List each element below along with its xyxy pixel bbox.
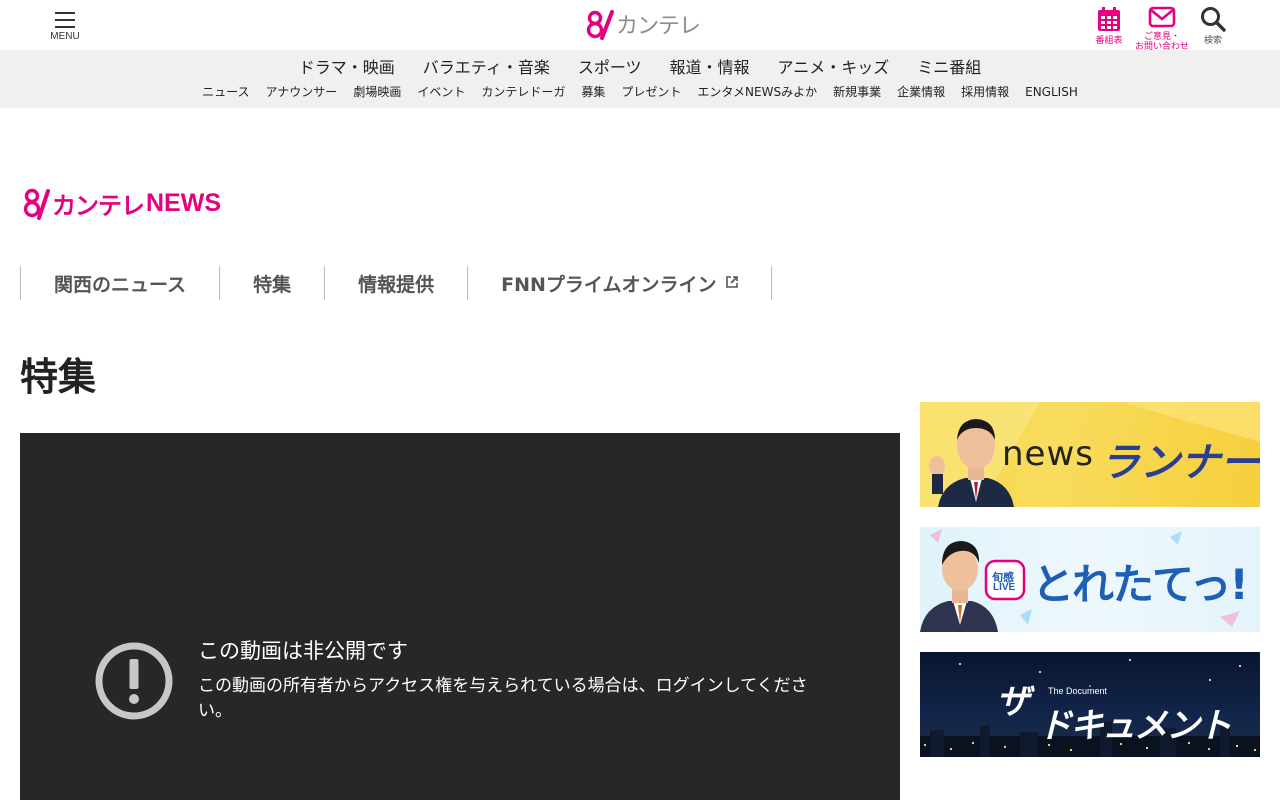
calendar-icon bbox=[1098, 7, 1120, 31]
page-title: 特集 bbox=[20, 355, 97, 399]
top-bar: MENU カンテレ 番組表 ご意見・ お問い合わせ 検索 bbox=[0, 0, 1280, 52]
search-label: 検索 bbox=[1203, 36, 1222, 46]
menu-label: MENU bbox=[50, 31, 80, 42]
subnav-company[interactable]: 企業情報 bbox=[897, 84, 945, 100]
nav-mini[interactable]: ミニ番組 bbox=[917, 58, 981, 78]
banner-toretate[interactable]: 旬感 LIVE とれたてっ! bbox=[920, 527, 1260, 632]
nav-news-info[interactable]: 報道・情報 bbox=[670, 58, 750, 78]
mail-icon bbox=[1148, 6, 1176, 28]
nav-anime[interactable]: アニメ・キッズ bbox=[778, 58, 890, 78]
banner-the-document[interactable]: The Document ザ ドキュメント bbox=[920, 652, 1260, 757]
kantele-logo[interactable]: カンテレ bbox=[586, 8, 701, 40]
alert-icon bbox=[95, 642, 173, 720]
global-nav: ドラマ・映画 バラエティ・音楽 スポーツ 報道・情報 アニメ・キッズ ミニ番組 … bbox=[0, 50, 1280, 108]
subnav-recruit[interactable]: 募集 bbox=[581, 84, 605, 100]
document-title-2: ドキュメント bbox=[1038, 706, 1232, 746]
document-title-1: ザ bbox=[996, 682, 1030, 722]
tab-info-submit[interactable]: 情報提供 bbox=[324, 266, 467, 300]
contact-label-1: ご意見・ bbox=[1143, 32, 1180, 42]
tab-kansai-news[interactable]: 関西のニュース bbox=[20, 266, 219, 300]
eight-logo-icon bbox=[24, 188, 50, 220]
schedule-label: 番組表 bbox=[1095, 36, 1123, 46]
tab-label: 情報提供 bbox=[358, 273, 435, 296]
news-runner-title: ランナー bbox=[1100, 440, 1260, 486]
subnav-careers[interactable]: 採用情報 bbox=[961, 84, 1009, 100]
external-link-icon bbox=[725, 272, 739, 294]
news-logo-news: NEWS bbox=[146, 188, 221, 217]
hamburger-icon bbox=[48, 12, 82, 28]
subnav-event[interactable]: イベント bbox=[417, 84, 465, 100]
video-error-title: この動画は非公開です bbox=[198, 639, 408, 663]
contact-button[interactable]: ご意見・ お問い合わせ bbox=[1134, 6, 1190, 52]
tab-label: FNNプライムオンライン bbox=[501, 273, 717, 296]
tab-label: 関西のニュース bbox=[54, 273, 187, 296]
subnav-new-business[interactable]: 新規事業 bbox=[833, 84, 881, 100]
banner-news-runner[interactable]: news ランナー bbox=[920, 402, 1260, 507]
news-logo-kantele: カンテレ bbox=[52, 191, 145, 220]
document-subtitle: The Document bbox=[1048, 686, 1108, 696]
search-button[interactable]: 検索 bbox=[1196, 6, 1230, 46]
subnav-douga[interactable]: カンテレドーガ bbox=[481, 84, 565, 100]
kantele-news-logo[interactable]: カンテレ NEWS bbox=[24, 186, 221, 220]
tab-label: 特集 bbox=[253, 273, 292, 296]
news-runner-news: news bbox=[1002, 434, 1094, 474]
video-player[interactable]: この動画は非公開です この動画の所有者からアクセス権を与えられている場合は、ログ… bbox=[20, 433, 900, 800]
eight-logo-icon bbox=[586, 10, 614, 40]
nav-variety[interactable]: バラエティ・音楽 bbox=[423, 58, 550, 78]
toretate-badge-2: LIVE bbox=[993, 582, 1016, 593]
main-nav: ドラマ・映画 バラエティ・音楽 スポーツ 報道・情報 アニメ・キッズ ミニ番組 bbox=[0, 58, 1280, 78]
menu-button[interactable]: MENU bbox=[48, 12, 82, 48]
subnav-english[interactable]: ENGLISH bbox=[1025, 84, 1078, 100]
nav-drama[interactable]: ドラマ・映画 bbox=[299, 58, 395, 78]
video-error-message: この動画の所有者からアクセス権を与えられている場合は、ログインしてください。 bbox=[198, 676, 808, 721]
subnav-present[interactable]: プレゼント bbox=[621, 84, 681, 100]
toretate-title: とれたてっ! bbox=[1032, 560, 1249, 609]
subnav-movie[interactable]: 劇場映画 bbox=[353, 84, 401, 100]
logo-text: カンテレ bbox=[616, 14, 701, 39]
category-tabs: 関西のニュース 特集 情報提供 FNNプライムオンライン bbox=[20, 266, 772, 300]
subnav-miyoka[interactable]: エンタメNEWSみよか bbox=[697, 84, 817, 100]
search-icon bbox=[1201, 7, 1226, 32]
tab-fnn-prime[interactable]: FNNプライムオンライン bbox=[467, 266, 772, 300]
tab-tokushu[interactable]: 特集 bbox=[219, 266, 324, 300]
schedule-button[interactable]: 番組表 bbox=[1092, 6, 1126, 46]
subnav-news[interactable]: ニュース bbox=[202, 84, 249, 100]
nav-sports[interactable]: スポーツ bbox=[578, 58, 642, 78]
subnav-announcer[interactable]: アナウンサー bbox=[266, 84, 338, 100]
sub-nav: ニュース アナウンサー 劇場映画 イベント カンテレドーガ 募集 プレゼント エ… bbox=[0, 84, 1280, 100]
